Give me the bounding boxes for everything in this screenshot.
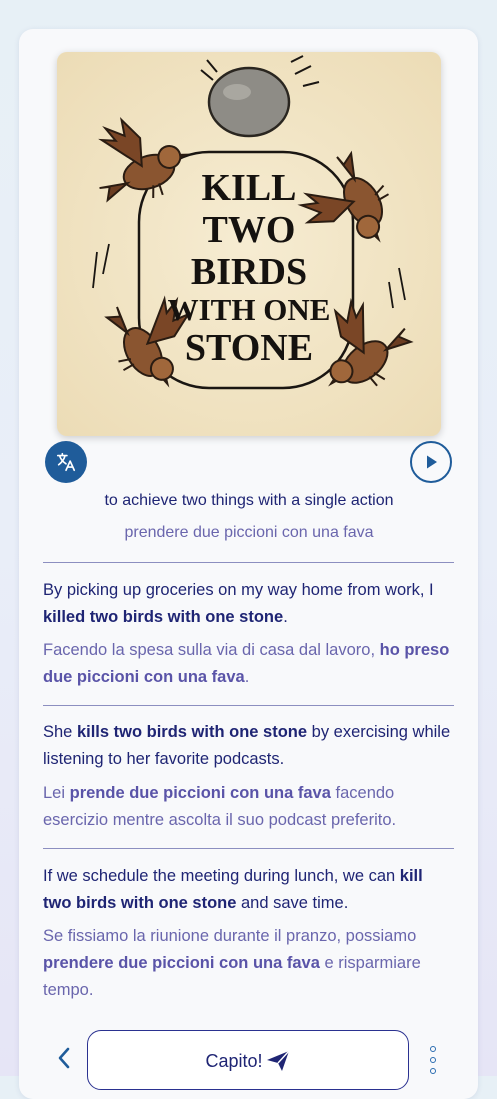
example-1-english: By picking up groceries on my way home f…	[43, 581, 434, 626]
translate-icon	[56, 452, 76, 472]
more-options-button[interactable]	[426, 1046, 440, 1074]
more-dot	[430, 1068, 436, 1074]
send-icon	[266, 1050, 290, 1071]
example-3-italian: Se fissiamo la riunione durante il pranz…	[43, 927, 421, 999]
more-vertical-icon	[430, 1046, 436, 1052]
idiom-definition-translation: prendere due piccioni con una fava	[124, 524, 374, 541]
more-dot	[430, 1057, 436, 1063]
illustration-title-line-3: BIRDS	[191, 251, 307, 293]
play-audio-button[interactable]	[410, 441, 452, 483]
idiom-definition: to achieve two things with a single acti…	[104, 492, 394, 509]
divider	[43, 562, 454, 563]
back-button[interactable]	[52, 1044, 76, 1072]
got-it-button[interactable]: Capito!	[87, 1030, 409, 1090]
translate-button[interactable]	[45, 441, 87, 483]
illustration-title-line-4: WITH ONE	[168, 292, 331, 327]
divider	[43, 705, 454, 706]
example-2-italian: Lei prende due piccioni con una fava fac…	[43, 784, 397, 829]
idiom-illustration: KILL TWO BIRDS WITH ONE STONE	[57, 52, 441, 436]
chevron-left-icon	[58, 1047, 70, 1069]
play-icon	[427, 455, 437, 469]
illustration-title-line-2: TWO	[203, 209, 296, 251]
got-it-label: Capito!	[205, 1051, 263, 1071]
illustration-title-line-5: STONE	[185, 327, 313, 369]
illustration-title-line-1: KILL	[201, 167, 296, 209]
divider	[43, 848, 454, 849]
bottom-action-bar: Capito!	[0, 1028, 497, 1090]
example-1-italian: Facendo la spesa sulla via di casa dal l…	[43, 641, 450, 686]
example-3-english: If we schedule the meeting during lunch,…	[43, 867, 423, 912]
example-2-english: She kills two birds with one stone by ex…	[43, 723, 451, 768]
